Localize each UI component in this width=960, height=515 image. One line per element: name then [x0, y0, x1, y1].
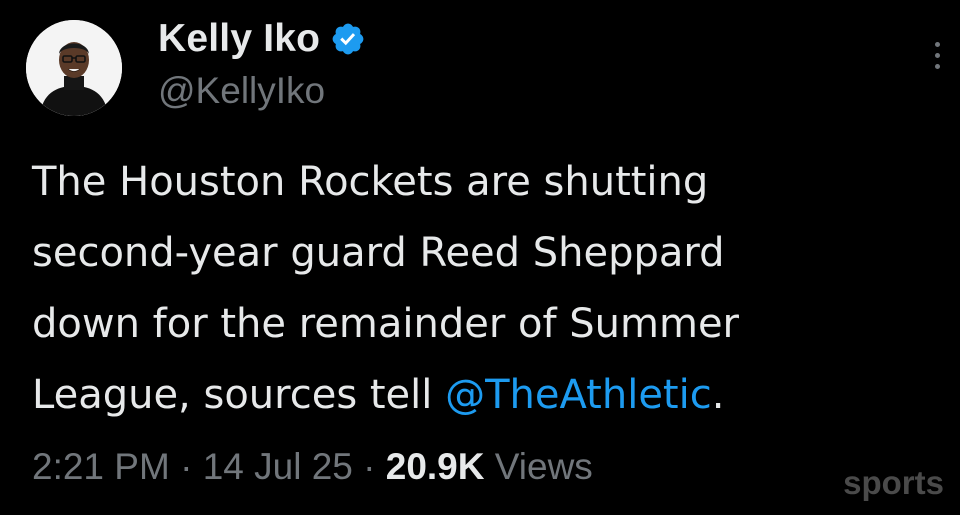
tweet-meta: 2:21 PM · 14 Jul 25 · 20.9K Views [32, 446, 593, 488]
tweet-text-line: down for the remainder of Summer [32, 301, 739, 347]
tweet-text: The Houston Rockets are shutting second-… [32, 147, 937, 431]
tweet-text-trailing: . [711, 372, 725, 418]
views-count: 20.9K [385, 446, 485, 487]
mention-link[interactable]: @TheAthletic [445, 372, 712, 418]
verified-badge-icon [332, 23, 364, 55]
views-label: Views [484, 446, 593, 487]
tweet-time[interactable]: 2:21 PM [32, 446, 170, 487]
author-handle[interactable]: @KellyIko [158, 70, 325, 112]
tweet-text-line: second-year guard Reed Sheppard [32, 230, 725, 276]
more-vertical-icon[interactable] [932, 42, 942, 78]
tweet-text-line: The Houston Rockets are shutting [32, 159, 709, 205]
tweet-date[interactable]: 14 Jul 25 [203, 446, 353, 487]
meta-separator: · [169, 446, 203, 487]
profile-photo-icon [26, 20, 122, 116]
meta-separator: · [352, 446, 386, 487]
watermark: sports [843, 464, 944, 501]
tweet-text-segment: League, sources tell [32, 372, 446, 418]
author-name-row[interactable]: Kelly Iko [158, 14, 366, 64]
author-display-name[interactable]: Kelly Iko [158, 17, 320, 61]
tweet-text-line-last: League, sources tell @TheAthletic. [32, 360, 937, 431]
avatar[interactable] [26, 20, 122, 116]
tweet-card: Kelly Iko @KellyIko The Houston Rockets … [0, 0, 960, 515]
